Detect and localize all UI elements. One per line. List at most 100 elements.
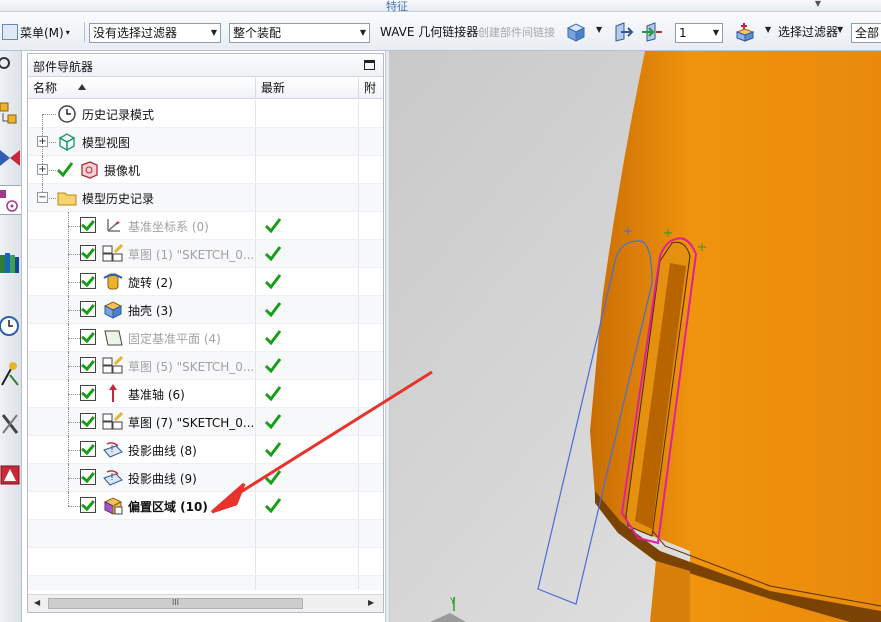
- history-clock-icon[interactable]: [0, 313, 20, 339]
- suppress-checkbox[interactable]: [80, 217, 96, 233]
- assembly-navigator-icon[interactable]: [0, 101, 20, 127]
- assembly-scope-value: 整个装配: [233, 26, 282, 40]
- tree-row[interactable]: 基准轴 (6): [28, 380, 383, 408]
- wave-linker-button[interactable]: WAVE 几何链接器: [380, 24, 478, 40]
- selection-filter-button[interactable]: 选择过滤器: [778, 24, 838, 40]
- tree-connector: [68, 310, 80, 311]
- collapse-icon[interactable]: −: [37, 192, 48, 203]
- create-interpart-link-button[interactable]: 创建部件间链接: [478, 25, 555, 41]
- suppress-checkbox[interactable]: [80, 441, 96, 457]
- tree-row-name-cell: + 摄像机: [28, 156, 256, 184]
- tree-row[interactable]: 旋转 (2): [28, 268, 383, 296]
- suppress-checkbox[interactable]: [80, 357, 96, 373]
- shell-icon: [103, 301, 123, 319]
- suppress-checkbox[interactable]: [80, 245, 96, 261]
- graphics-viewport[interactable]: Y: [390, 51, 881, 622]
- scroll-right-icon[interactable]: ▶: [368, 598, 374, 607]
- snap-count-select[interactable]: 1 ▼: [675, 23, 723, 43]
- folder-icon: [57, 192, 77, 206]
- visibility-check-icon[interactable]: [56, 161, 74, 177]
- suppress-checkbox[interactable]: [80, 497, 96, 513]
- empty-cell: [256, 576, 359, 590]
- up-to-date-check-icon: [264, 414, 282, 429]
- tree-row-name-cell: 抽壳 (3): [28, 296, 256, 324]
- selection-filter-caret-icon[interactable]: ▼: [837, 25, 843, 34]
- suppress-checkbox[interactable]: [80, 301, 96, 317]
- resource-bar: [0, 51, 22, 622]
- menu-button[interactable]: 菜单(M) ▾: [2, 22, 70, 42]
- feature-group-strip: 特征 ▼: [0, 0, 881, 13]
- select-body-icon[interactable]: [641, 22, 663, 42]
- part-navigator-tab[interactable]: [0, 185, 21, 215]
- tree-row-latest-cell: [256, 268, 359, 295]
- tree-row[interactable]: 投影曲线 (9): [28, 464, 383, 492]
- assembly-scope-select[interactable]: 整个装配 ▼: [229, 23, 370, 43]
- expand-icon[interactable]: +: [37, 136, 48, 147]
- tree-row-name-cell: 旋转 (2): [28, 268, 256, 296]
- horizontal-scrollbar[interactable]: ◀ III ▶: [28, 594, 383, 612]
- tree-item-label: 草图 (7) "SKETCH_0...: [128, 416, 255, 430]
- suppress-checkbox[interactable]: [80, 413, 96, 429]
- tools-icon[interactable]: [0, 411, 20, 437]
- toolbar-divider: [84, 22, 85, 42]
- column-latest[interactable]: 最新: [256, 78, 359, 99]
- process-studio-icon[interactable]: [0, 361, 20, 387]
- tree-row-name-cell: 投影曲线 (9): [28, 464, 256, 492]
- column-latest-label: 最新: [261, 81, 286, 95]
- cube-view-icon[interactable]: [565, 22, 587, 42]
- all-scope-select[interactable]: 全部: [851, 23, 881, 43]
- tree-item-label: 投影曲线 (8): [128, 444, 197, 458]
- tree-connector: [68, 338, 80, 339]
- chevron-down-icon: ▼: [359, 28, 366, 37]
- chevron-down-icon: ▼: [712, 28, 719, 37]
- select-filter-icon[interactable]: [733, 22, 755, 42]
- snap-count-value: 1: [679, 26, 687, 40]
- tree-row[interactable]: 投影曲线 (8): [28, 436, 383, 464]
- navigator-tree: 历史记录模式 + 模型视图 + 摄像机 − 模型历史记录 基准坐标系 (0) 草图 (1) "S…: [28, 100, 383, 590]
- cube-view-caret-icon[interactable]: ▼: [596, 25, 602, 34]
- reuse-library-icon[interactable]: [0, 251, 20, 277]
- navigator-column-header: 名称 最新 附注: [28, 78, 383, 99]
- tree-row[interactable]: 草图 (5) "SKETCH_0...: [28, 352, 383, 380]
- strip-dropdown-icon[interactable]: ▼: [815, 0, 821, 8]
- tree-row[interactable]: 抽壳 (3): [28, 296, 383, 324]
- tree-connector: [68, 254, 80, 255]
- tree-row[interactable]: 基准坐标系 (0): [28, 212, 383, 240]
- tree-row[interactable]: + 模型视图: [28, 128, 383, 156]
- tree-item-label: 投影曲线 (9): [128, 472, 197, 486]
- roles-icon[interactable]: [0, 463, 20, 489]
- select-face-icon[interactable]: [612, 22, 634, 42]
- tree-row[interactable]: 草图 (1) "SKETCH_0...: [28, 240, 383, 268]
- tree-row-latest-cell: [256, 296, 359, 323]
- scroll-left-icon[interactable]: ◀: [34, 598, 40, 607]
- suppress-checkbox[interactable]: [80, 385, 96, 401]
- chevron-down-icon: ▼: [210, 28, 217, 37]
- project-curve-icon: [103, 442, 123, 458]
- part-navigator-header: 部件导航器: [28, 54, 383, 77]
- settings-gear-icon[interactable]: [0, 53, 20, 79]
- column-name[interactable]: 名称: [28, 78, 256, 99]
- tree-row[interactable]: 草图 (7) "SKETCH_0...: [28, 408, 383, 436]
- suppress-checkbox[interactable]: [80, 273, 96, 289]
- part-navigator-title: 部件导航器: [33, 60, 94, 74]
- tree-item-label: 草图 (5) "SKETCH_0...: [128, 360, 255, 374]
- column-notes[interactable]: 附注: [359, 78, 385, 99]
- tree-row[interactable]: 历史记录模式: [28, 100, 383, 142]
- scroll-thumb[interactable]: III: [48, 598, 303, 609]
- tree-connector: [42, 114, 56, 115]
- expand-icon[interactable]: +: [37, 164, 48, 175]
- tree-item-label: 基准轴 (6): [128, 388, 185, 402]
- tree-row[interactable]: + 摄像机: [28, 156, 383, 184]
- suppress-checkbox[interactable]: [80, 329, 96, 345]
- revolve-icon: [103, 273, 123, 290]
- select-filter-caret-icon[interactable]: ▼: [765, 25, 771, 34]
- tree-row-latest-cell: [256, 184, 359, 211]
- suppress-checkbox[interactable]: [80, 469, 96, 485]
- tree-row[interactable]: − 模型历史记录: [28, 184, 383, 212]
- maximize-icon[interactable]: [364, 60, 375, 70]
- tree-row[interactable]: 偏置区域 (10): [28, 492, 383, 520]
- type-filter-select[interactable]: 没有选择过滤器 ▼: [89, 23, 221, 43]
- constraint-navigator-icon[interactable]: [0, 145, 20, 171]
- tree-row[interactable]: 固定基准平面 (4): [28, 324, 383, 352]
- sketch-icon: [102, 356, 124, 374]
